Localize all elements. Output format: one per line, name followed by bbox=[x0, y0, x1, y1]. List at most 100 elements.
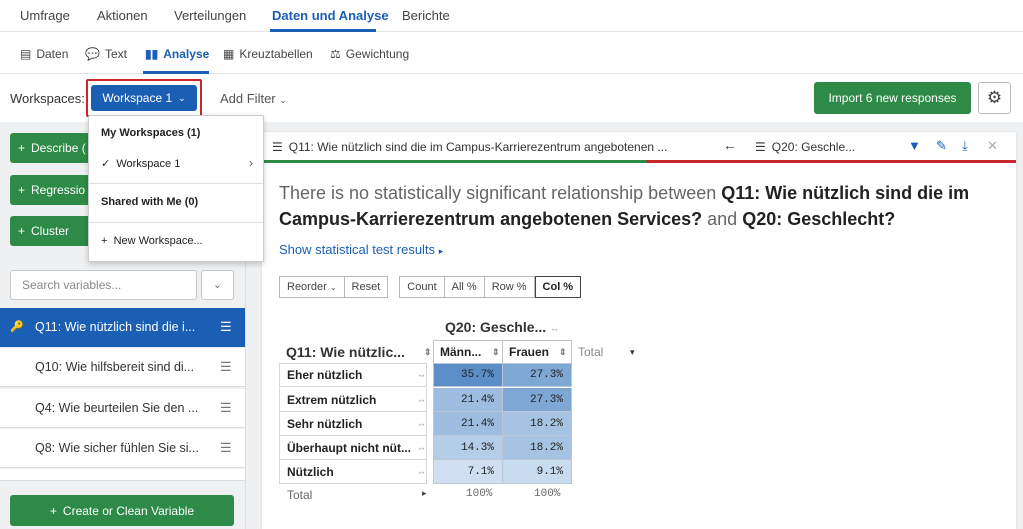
tab-aktionen[interactable]: Aktionen bbox=[97, 8, 148, 23]
create-variable-label: Create or Clean Variable bbox=[62, 503, 195, 518]
table-cell: 7.1% bbox=[433, 460, 503, 484]
list-icon[interactable]: ☰ bbox=[220, 440, 232, 456]
variable-item[interactable]: Q10: Wie hilfsbereit sind di... ☰ bbox=[0, 348, 245, 387]
col-percent-button[interactable]: Col % bbox=[534, 276, 582, 298]
filter-icon[interactable]: ▼ bbox=[908, 138, 921, 153]
check-icon: ✓ bbox=[101, 158, 111, 170]
plus-icon: + bbox=[18, 141, 26, 155]
row-label-text: Überhaupt nicht nüt... bbox=[287, 440, 411, 455]
reorder-button[interactable]: Reorder ⌄ bbox=[279, 276, 345, 298]
subtab-gewichtung[interactable]: ⚖ Gewichtung bbox=[330, 47, 409, 61]
sort-icon[interactable]: ⇕ bbox=[424, 347, 432, 358]
table-row-label[interactable]: Eher nützlich ⇔ bbox=[279, 363, 427, 387]
list-icon[interactable]: ☰ bbox=[220, 319, 232, 335]
arrow-left-icon[interactable]: ← bbox=[723, 137, 737, 153]
list-icon[interactable]: ☰ bbox=[220, 359, 232, 375]
new-workspace-item[interactable]: + New Workspace... bbox=[101, 235, 203, 247]
table-cell: 35.7% bbox=[433, 363, 503, 387]
question-right-label: Q20: Geschle... bbox=[771, 140, 856, 154]
table-cell: 14.3% bbox=[433, 436, 503, 460]
row-label-text: Sehr nützlich bbox=[287, 416, 363, 431]
tab-berichte[interactable]: Berichte bbox=[402, 8, 450, 23]
column-header-label: Männ... bbox=[440, 345, 482, 359]
row-percent-button[interactable]: Row % bbox=[484, 276, 535, 298]
question-left-label: Q11: Wie nützlich sind die im Campus-Kar… bbox=[288, 140, 668, 154]
all-percent-button[interactable]: All % bbox=[444, 276, 485, 298]
subtab-analyse[interactable]: ▮▮ Analyse bbox=[145, 47, 209, 61]
column-variable-label: Q20: Geschle... bbox=[445, 319, 547, 335]
variable-item[interactable]: Q4: Wie beurteilen Sie den ... ☰ bbox=[0, 389, 245, 428]
chevron-down-icon: ⌄ bbox=[178, 92, 186, 103]
chat-icon: 💬 bbox=[85, 47, 100, 61]
gear-icon[interactable]: ⚙ bbox=[978, 82, 1011, 114]
grid-icon: ▦ bbox=[223, 47, 235, 61]
variable-item[interactable]: 🔑 Q11: Wie nützlich sind die i... ☰ bbox=[0, 308, 245, 347]
caret-right-icon[interactable]: ▸ bbox=[422, 488, 427, 499]
download-icon[interactable]: ⤓ bbox=[962, 138, 968, 154]
column-header-label: Total bbox=[578, 345, 604, 359]
resize-icon[interactable]: ⇔ bbox=[550, 324, 559, 334]
plus-icon: + bbox=[18, 224, 26, 238]
plus-icon: + bbox=[49, 503, 57, 518]
active-tab-underline bbox=[270, 29, 376, 32]
subtab-text[interactable]: 💬 Text bbox=[85, 47, 127, 61]
headline-question-2: Q20: Geschlecht? bbox=[742, 209, 896, 229]
close-icon[interactable]: ✕ bbox=[987, 138, 998, 154]
column-header-label: Frauen bbox=[509, 345, 550, 359]
variable-label: Q10: Wie hilfsbereit sind di... bbox=[35, 360, 195, 374]
tab-umfrage[interactable]: Umfrage bbox=[20, 8, 70, 23]
pencil-icon[interactable]: ✎ bbox=[936, 138, 947, 154]
column-header-frauen[interactable]: Frauen ⇕ bbox=[503, 340, 572, 364]
column-header-maenner[interactable]: Männ... ⇕ bbox=[433, 340, 503, 364]
search-variables-input[interactable]: Search variables... bbox=[10, 270, 197, 300]
workspace-highlight: Workspace 1 ⌄ bbox=[86, 79, 202, 117]
chevron-down-icon[interactable]: ⌄ bbox=[201, 270, 234, 300]
show-stat-results-link[interactable]: Show statistical test results ▸ bbox=[279, 242, 443, 257]
sub-navigation: ▤ Daten 💬 Text ▮▮ Analyse ▦ Kreuztabellen ⚖ G… bbox=[0, 33, 1023, 74]
workspace-menu-item[interactable]: ✓ Workspace 1 bbox=[101, 157, 180, 170]
subtab-label: Gewichtung bbox=[345, 47, 410, 61]
result-headline: There is no statistically significant re… bbox=[279, 180, 999, 232]
table-row-label[interactable]: Nützlich ⇔ bbox=[279, 460, 427, 484]
subtab-label: Kreuztabellen bbox=[239, 47, 313, 61]
tab-daten-und-analyse[interactable]: Daten und Analyse bbox=[272, 8, 389, 23]
variable-item[interactable] bbox=[0, 469, 245, 481]
headline-and: and bbox=[702, 209, 743, 229]
row-variable-header: Q11: Wie nützlic... ⇕ bbox=[286, 344, 432, 360]
workspace-dropdown-button[interactable]: Workspace 1 ⌄ bbox=[91, 85, 197, 111]
chevron-right-icon[interactable]: › bbox=[249, 156, 253, 170]
table-icon: ▤ bbox=[20, 47, 32, 61]
sort-icon: ⇕ bbox=[492, 346, 500, 357]
resize-icon: ⇔ bbox=[417, 394, 426, 405]
reset-button[interactable]: Reset bbox=[344, 276, 389, 298]
sort-icon: ⇕ bbox=[559, 346, 567, 357]
subtab-daten[interactable]: ▤ Daten bbox=[20, 47, 68, 61]
subtab-kreuztabellen[interactable]: ▦ Kreuztabellen bbox=[223, 47, 313, 61]
variable-item[interactable]: Q8: Wie sicher fühlen Sie si... ☰ bbox=[0, 429, 245, 468]
column-header-total[interactable]: Total ▾ bbox=[572, 340, 652, 364]
add-filter-button[interactable]: Add Filter ⌄ bbox=[220, 91, 287, 106]
active-subtab-underline bbox=[143, 71, 209, 74]
show-stat-label: Show statistical test results bbox=[279, 242, 436, 257]
total-value: 100% bbox=[534, 488, 561, 500]
total-row-label: Total bbox=[287, 488, 313, 502]
headline-text: There is no statistically significant re… bbox=[279, 183, 722, 203]
resize-icon: ⇔ bbox=[417, 418, 426, 429]
create-variable-button[interactable]: + Create or Clean Variable bbox=[10, 495, 234, 526]
tab-verteilungen[interactable]: Verteilungen bbox=[174, 8, 246, 23]
table-row-label[interactable]: Extrem nützlich ⇔ bbox=[279, 388, 427, 412]
count-button[interactable]: Count bbox=[399, 276, 445, 298]
main-area: ☰ Q11: Wie nützlich sind die im Campus-Ka… bbox=[246, 122, 1023, 529]
question-left[interactable]: ☰ Q11: Wie nützlich sind die im Campus-Ka… bbox=[272, 140, 667, 154]
list-icon[interactable]: ☰ bbox=[220, 400, 232, 416]
table-row-label[interactable]: Sehr nützlich ⇔ bbox=[279, 412, 427, 436]
question-right[interactable]: ☰ Q20: Geschle... bbox=[755, 140, 855, 154]
top-navigation: Umfrage Aktionen Verteilungen Daten und … bbox=[0, 0, 1023, 32]
resize-icon: ⇔ bbox=[417, 370, 426, 380]
table-cell: 21.4% bbox=[433, 412, 503, 436]
variable-label: Q4: Wie beurteilen Sie den ... bbox=[35, 401, 199, 415]
table-row-label[interactable]: Überhaupt nicht nüt... ⇔ bbox=[279, 436, 427, 460]
list-icon: ☰ bbox=[272, 140, 283, 154]
analysis-card: ☰ Q11: Wie nützlich sind die im Campus-Ka… bbox=[262, 132, 1016, 529]
import-responses-button[interactable]: Import 6 new responses bbox=[814, 82, 971, 114]
